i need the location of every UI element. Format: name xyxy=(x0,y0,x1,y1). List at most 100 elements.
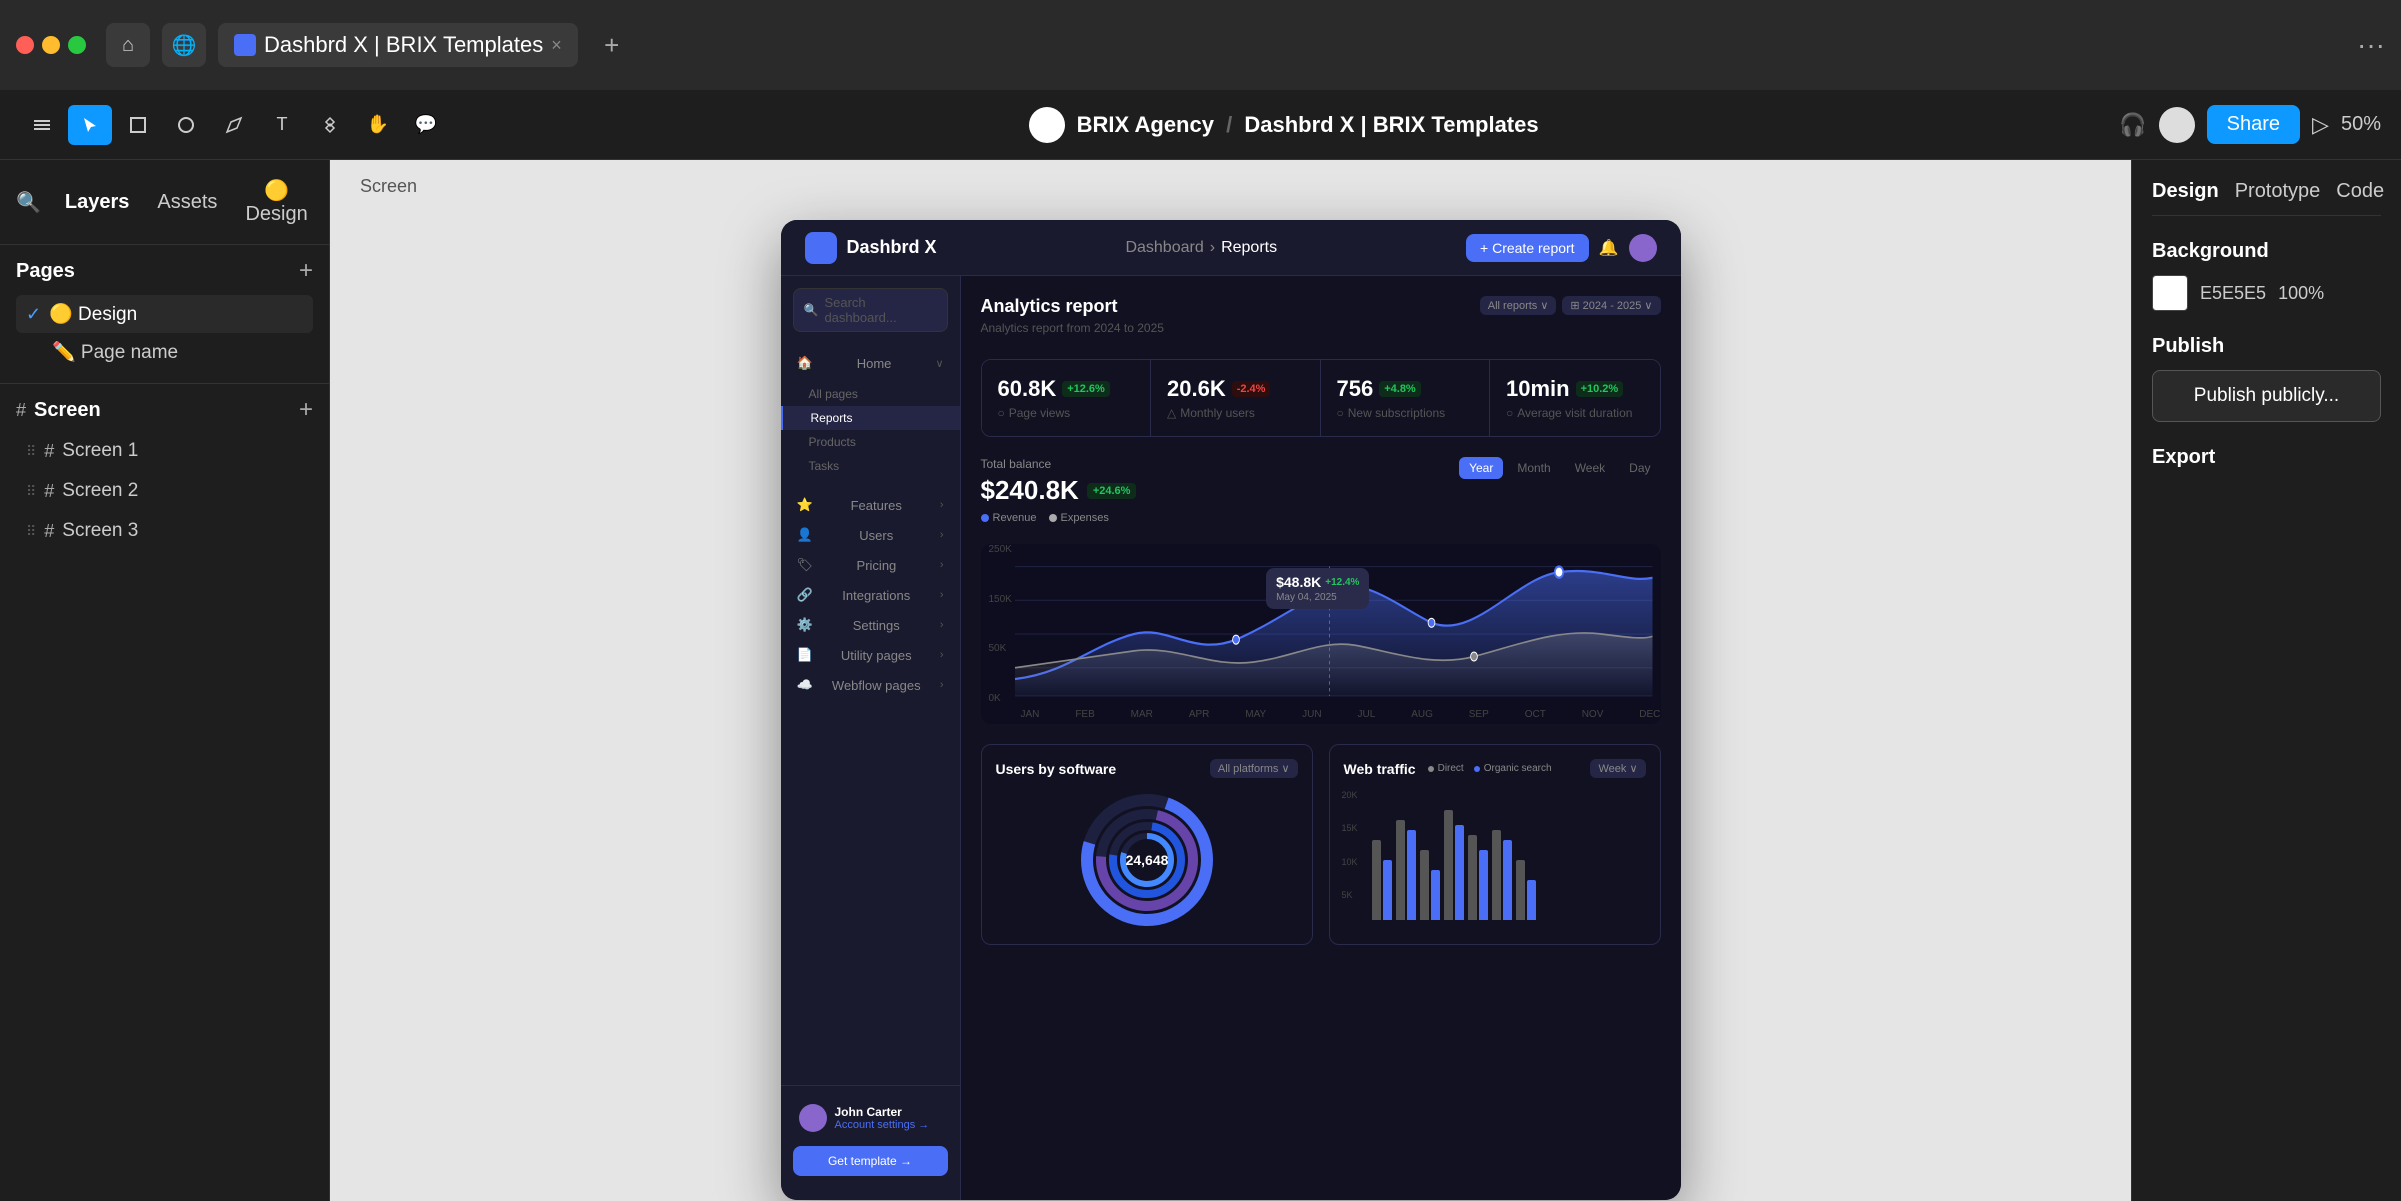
share-button[interactable]: Share xyxy=(2207,105,2300,144)
web-traffic-filter-btn[interactable]: Week ∨ xyxy=(1590,759,1645,778)
sidebar-account-link[interactable]: Account settings → xyxy=(835,1119,930,1131)
bg-color-swatch[interactable] xyxy=(2152,275,2188,311)
stat-visit-duration: 10min +10.2% ○ Average visit duration xyxy=(1490,360,1660,436)
component-tool-btn[interactable] xyxy=(308,105,352,145)
nav-reports[interactable]: Reports xyxy=(781,406,960,430)
search-icon[interactable]: 🔍 xyxy=(16,190,41,215)
close-dot[interactable] xyxy=(16,36,34,54)
add-page-btn[interactable]: + xyxy=(299,257,313,285)
tool-group-left: T ✋ 💬 xyxy=(20,105,448,145)
nav-utility[interactable]: 📄 Utility pages › xyxy=(781,640,960,670)
sidebar-user: John Carter Account settings → xyxy=(793,1098,948,1138)
period-day-btn[interactable]: Day xyxy=(1619,457,1660,479)
sidebar-user-name: John Carter xyxy=(835,1105,930,1119)
tab-design[interactable]: 🟡 Design xyxy=(233,172,319,232)
users-filter-btn[interactable]: All platforms ∨ xyxy=(1210,759,1298,778)
publish-section: Publish Publish publicly... xyxy=(2152,335,2381,422)
nav-tasks[interactable]: Tasks xyxy=(781,454,960,478)
stat-label-2: Monthly users xyxy=(1180,406,1255,420)
zoom-level[interactable]: 50% xyxy=(2341,113,2381,136)
export-title: Export xyxy=(2152,446,2381,469)
nav-users[interactable]: 👤 Users › xyxy=(781,520,960,550)
brand-avatar xyxy=(1029,107,1065,143)
layer-item-screen3[interactable]: ⠿ # Screen 3 xyxy=(16,512,313,550)
create-report-btn[interactable]: + Create report xyxy=(1466,234,1589,262)
nav-webflow[interactable]: ☁️ Webflow pages › xyxy=(781,670,960,700)
tab-prototype[interactable]: Prototype xyxy=(2235,180,2321,203)
page-name-design: 🟡 Design xyxy=(49,302,137,326)
svg-text:24,648: 24,648 xyxy=(1125,852,1168,868)
tab-code[interactable]: Code xyxy=(2336,180,2384,203)
tab-close[interactable]: × xyxy=(551,35,562,56)
layer-item-screen1[interactable]: ⠿ # Screen 1 xyxy=(16,432,313,470)
layer-name-3: Screen 3 xyxy=(62,520,138,542)
pen-tool-btn[interactable] xyxy=(212,105,256,145)
chart-x-labels: JAN FEB MAR APR MAY JUN JUL AUG SEP OCT … xyxy=(1021,709,1661,720)
dash-breadcrumb: Dashboard › Reports xyxy=(937,239,1466,257)
period-month-btn[interactable]: Month xyxy=(1507,457,1560,479)
dashboard-mockup: Dashbrd X Dashboard › Reports + Create r… xyxy=(781,220,1681,1200)
select-tool-btn[interactable] xyxy=(68,105,112,145)
dash-search[interactable]: 🔍 Search dashboard... xyxy=(793,288,948,332)
chart-area: 250K 150K 50K 0K JAN FEB MAR APR MAY xyxy=(981,544,1661,724)
analytics-header: Analytics report Analytics report from 2… xyxy=(981,296,1661,351)
dash-logo-text: Dashbrd X xyxy=(847,237,937,258)
nav-pricing[interactable]: 🏷 Pricing › xyxy=(781,550,960,580)
nav-integrations[interactable]: 🔗 Integrations › xyxy=(781,580,960,610)
nav-home[interactable]: 🏠 Home ∨ xyxy=(781,348,960,378)
nav-features[interactable]: ⭐ Features › xyxy=(781,490,960,520)
page-check-icon: ✓ xyxy=(26,304,41,325)
panel-tabs: 🔍 Layers Assets 🟡 Design xyxy=(0,160,329,245)
bell-icon[interactable]: 🔔 xyxy=(1599,238,1619,258)
tab-layers[interactable]: Layers xyxy=(53,185,142,220)
stat-icon-4: ○ xyxy=(1506,406,1513,420)
nav-all-pages[interactable]: All pages xyxy=(781,382,960,406)
period-week-btn[interactable]: Week xyxy=(1565,457,1615,479)
active-tab[interactable]: Dashbrd X | BRIX Templates × xyxy=(218,23,578,67)
legend-dot-expenses xyxy=(1049,514,1057,522)
filter-year[interactable]: ⊞ 2024 - 2025 ∨ xyxy=(1562,296,1660,315)
bar-group xyxy=(1444,810,1464,920)
page-item-design[interactable]: ✓ 🟡 Design xyxy=(16,295,313,333)
bar-chart: 20K 15K 10K 5K xyxy=(1344,790,1646,920)
balance-label: Total balance xyxy=(981,457,1137,471)
stat-label-4: Average visit duration xyxy=(1517,406,1632,420)
tab-assets[interactable]: Assets xyxy=(145,185,229,220)
tooltip-badge: +12.4% xyxy=(1325,577,1359,588)
layer-dots-3: ⠿ xyxy=(26,523,36,540)
frame-tool-btn[interactable] xyxy=(116,105,160,145)
play-button[interactable]: ▷ xyxy=(2312,112,2329,138)
dash-main: Analytics report Analytics report from 2… xyxy=(961,276,1681,1200)
page-item-pagename[interactable]: ✏️ Page name xyxy=(16,333,313,371)
minimize-dot[interactable] xyxy=(42,36,60,54)
canvas-area: Screen Dashbrd X Dashboard › Reports + C… xyxy=(330,160,2131,1201)
globe-btn[interactable]: 🌐 xyxy=(162,23,206,67)
shape-tool-btn[interactable] xyxy=(164,105,208,145)
nav-settings[interactable]: ⚙️ Settings › xyxy=(781,610,960,640)
figma-menu-btn[interactable] xyxy=(20,105,64,145)
period-year-btn[interactable]: Year xyxy=(1459,457,1503,479)
bg-opacity-value[interactable]: 100% xyxy=(2278,283,2324,304)
dash-sidebar: 🔍 Search dashboard... 🏠 Home ∨ All pages… xyxy=(781,276,961,1200)
get-template-btn[interactable]: Get template → xyxy=(793,1146,948,1176)
right-panel: Design Prototype Code Background E5E5E5 … xyxy=(2131,160,2401,1201)
users-icon: 👤 xyxy=(797,527,813,543)
browser-more-btn[interactable]: ··· xyxy=(2357,29,2385,61)
tab-design[interactable]: Design xyxy=(2152,180,2219,203)
maximize-dot[interactable] xyxy=(68,36,86,54)
utility-icon: 📄 xyxy=(797,647,813,663)
layer-item-screen2[interactable]: ⠿ # Screen 2 xyxy=(16,472,313,510)
chart-tooltip: $48.8K +12.4% May 04, 2025 xyxy=(1266,568,1369,609)
stat-icon-3: ○ xyxy=(1337,406,1344,420)
hand-tool-btn[interactable]: ✋ xyxy=(356,105,400,145)
nav-products[interactable]: Products xyxy=(781,430,960,454)
add-screen-btn[interactable]: + xyxy=(299,396,313,424)
filter-all-reports[interactable]: All reports ∨ xyxy=(1480,296,1557,315)
new-tab-btn[interactable]: + xyxy=(590,23,634,67)
comment-tool-btn[interactable]: 💬 xyxy=(404,105,448,145)
publish-publicly-btn[interactable]: Publish publicly... xyxy=(2152,370,2381,422)
home-btn[interactable]: ⌂ xyxy=(106,23,150,67)
text-tool-btn[interactable]: T xyxy=(260,105,304,145)
screen-header: # Screen + xyxy=(16,396,313,424)
bg-hex-value[interactable]: E5E5E5 xyxy=(2200,283,2266,304)
